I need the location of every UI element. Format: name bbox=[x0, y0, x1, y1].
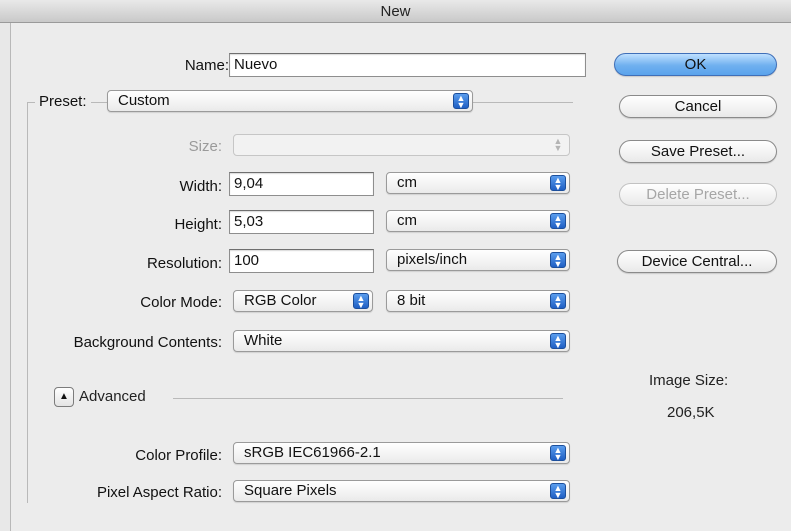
resolution-input[interactable]: 100 bbox=[229, 249, 374, 273]
advanced-disclosure-button[interactable]: ▲ bbox=[54, 387, 74, 407]
pixel-aspect-ratio-value: Square Pixels bbox=[244, 482, 337, 499]
color-mode-select[interactable]: RGB Color ▲ ▼ bbox=[233, 290, 373, 312]
updown-arrows-icon: ▲ ▼ bbox=[550, 252, 566, 269]
updown-arrows-icon: ▲ ▼ bbox=[550, 445, 566, 462]
image-size-value: 206,5K bbox=[667, 404, 715, 421]
width-unit-value: cm bbox=[397, 174, 417, 191]
updown-arrows-icon: ▲ ▼ bbox=[353, 293, 369, 310]
resolution-unit-value: pixels/inch bbox=[397, 251, 468, 268]
new-document-dialog: New Name: Nuevo Preset: Custom ▲ ▼ Size: … bbox=[0, 0, 791, 531]
updown-arrows-icon: ▲ ▼ bbox=[550, 293, 566, 310]
updown-arrows-icon: ▲ ▼ bbox=[550, 483, 566, 500]
updown-arrows-icon: ▲ ▼ bbox=[550, 175, 566, 192]
name-label: Name: bbox=[184, 57, 229, 74]
ok-button[interactable]: OK bbox=[614, 53, 777, 76]
updown-arrows-icon: ▲ ▼ bbox=[553, 136, 563, 153]
size-select[interactable]: ▲ ▼ bbox=[233, 134, 570, 156]
height-label: Height: bbox=[174, 216, 222, 233]
save-preset-button[interactable]: Save Preset... bbox=[619, 140, 777, 163]
cancel-button[interactable]: Cancel bbox=[619, 95, 777, 118]
color-mode-value: RGB Color bbox=[244, 292, 317, 309]
name-input[interactable]: Nuevo bbox=[229, 53, 586, 77]
device-central-button[interactable]: Device Central... bbox=[617, 250, 777, 273]
size-label: Size: bbox=[188, 138, 222, 155]
preset-label: Preset: bbox=[35, 93, 91, 110]
triangle-up-icon: ▲ bbox=[59, 391, 69, 402]
color-mode-label: Color Mode: bbox=[140, 294, 222, 311]
updown-arrows-icon: ▲ ▼ bbox=[550, 213, 566, 230]
resolution-unit-select[interactable]: pixels/inch ▲ ▼ bbox=[386, 249, 570, 271]
advanced-label: Advanced bbox=[79, 388, 146, 405]
width-label: Width: bbox=[179, 178, 222, 195]
resolution-label: Resolution: bbox=[146, 255, 222, 272]
background-contents-value: White bbox=[244, 332, 283, 349]
advanced-divider bbox=[173, 398, 563, 399]
color-profile-value: sRGB IEC61966-2.1 bbox=[244, 444, 381, 461]
background-contents-select[interactable]: White ▲ ▼ bbox=[233, 330, 570, 352]
preset-value: Custom bbox=[118, 92, 170, 109]
bit-depth-value: 8 bit bbox=[397, 292, 426, 309]
delete-preset-button[interactable]: Delete Preset... bbox=[619, 183, 777, 206]
image-size-label: Image Size: bbox=[649, 372, 729, 389]
height-unit-select[interactable]: cm ▲ ▼ bbox=[386, 210, 570, 232]
color-profile-label: Color Profile: bbox=[135, 447, 222, 464]
title-bar[interactable]: New bbox=[0, 0, 791, 23]
bit-depth-select[interactable]: 8 bit ▲ ▼ bbox=[386, 290, 570, 312]
window-title: New bbox=[380, 3, 411, 20]
dialog-content: Name: Nuevo Preset: Custom ▲ ▼ Size: ▲ ▼ W… bbox=[10, 23, 791, 531]
height-unit-value: cm bbox=[397, 212, 417, 229]
background-contents-label: Background Contents: bbox=[73, 334, 222, 351]
pixel-aspect-ratio-label: Pixel Aspect Ratio: bbox=[96, 484, 222, 501]
width-input[interactable]: 9,04 bbox=[229, 172, 374, 196]
width-unit-select[interactable]: cm ▲ ▼ bbox=[386, 172, 570, 194]
preset-select[interactable]: Custom ▲ ▼ bbox=[107, 90, 473, 112]
pixel-aspect-ratio-select[interactable]: Square Pixels ▲ ▼ bbox=[233, 480, 570, 502]
updown-arrows-icon: ▲ ▼ bbox=[453, 93, 469, 110]
color-profile-select[interactable]: sRGB IEC61966-2.1 ▲ ▼ bbox=[233, 442, 570, 464]
updown-arrows-icon: ▲ ▼ bbox=[550, 333, 566, 350]
height-input[interactable]: 5,03 bbox=[229, 210, 374, 234]
